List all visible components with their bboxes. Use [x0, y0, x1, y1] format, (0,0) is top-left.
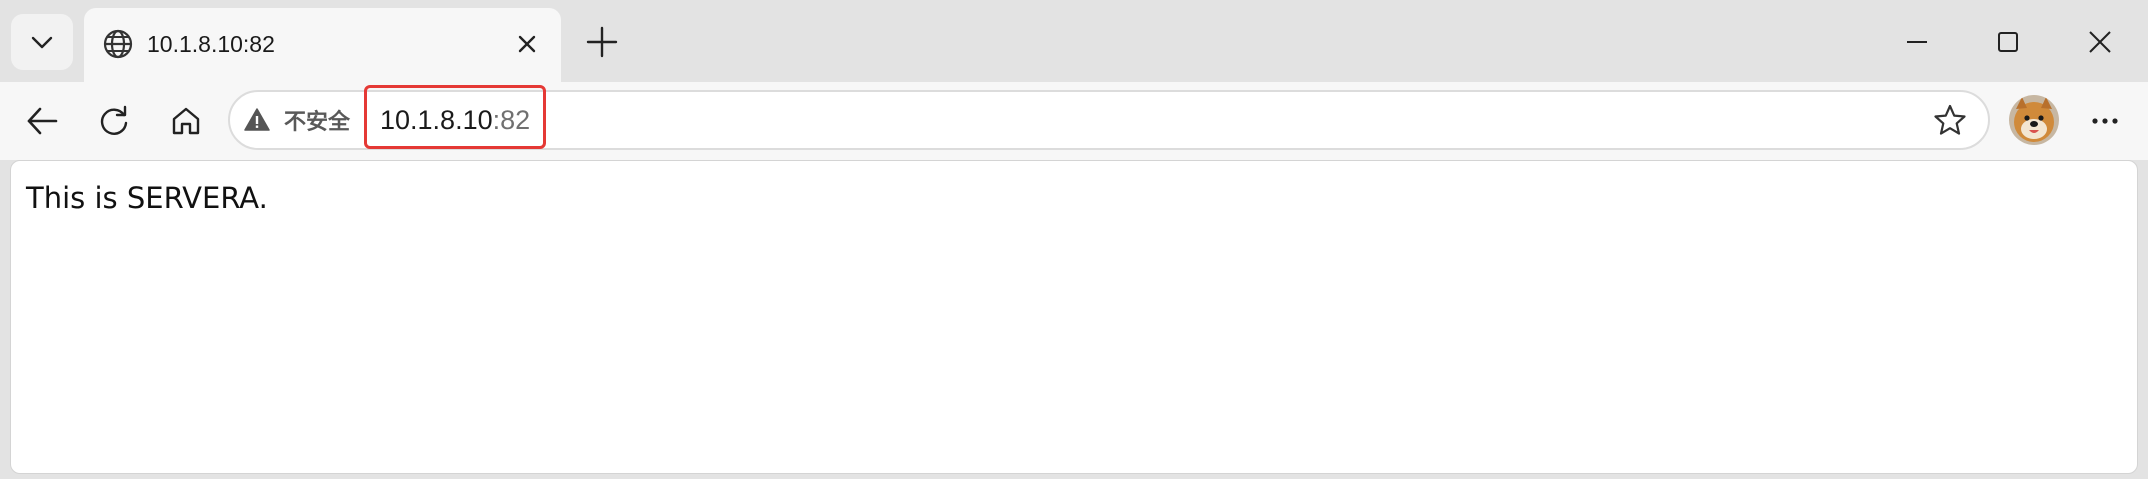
profile-avatar-button[interactable]	[2009, 95, 2059, 145]
navigation-toolbar: 不安全 10.1.8.10:82	[0, 82, 2148, 160]
reload-button[interactable]	[89, 96, 139, 146]
maximize-icon	[1998, 32, 2018, 52]
browser-window: 10.1.8.10:82 不安全 10.1.8.10:82 This is SE…	[0, 0, 2148, 479]
warning-icon	[244, 108, 270, 131]
maximize-button[interactable]	[1982, 16, 2034, 68]
close-icon	[518, 35, 536, 53]
tab-strip: 10.1.8.10:82	[0, 0, 2148, 88]
globe-icon	[103, 29, 133, 59]
web-content: This is SERVERA.	[10, 160, 2138, 474]
more-icon	[2092, 118, 2118, 124]
url-port: :82	[492, 105, 531, 135]
url-text[interactable]: 10.1.8.10:82	[380, 92, 530, 148]
arrow-left-icon	[27, 107, 58, 135]
back-button[interactable]	[17, 96, 67, 146]
avatar	[2009, 95, 2059, 145]
home-button[interactable]	[161, 96, 211, 146]
plus-icon	[586, 26, 618, 58]
star-icon	[1934, 104, 1966, 135]
reload-icon	[100, 105, 128, 135]
active-tab[interactable]: 10.1.8.10:82	[84, 8, 561, 88]
home-icon	[172, 107, 200, 135]
url-host: 10.1.8.10	[380, 105, 493, 135]
more-options-button[interactable]	[2080, 96, 2130, 146]
minimize-icon	[1907, 41, 1927, 43]
tab-actions-menu-button[interactable]	[11, 14, 73, 70]
new-tab-button[interactable]	[580, 20, 624, 64]
chevron-down-icon	[31, 36, 53, 49]
window-close-button[interactable]	[2074, 16, 2126, 68]
close-icon	[2089, 31, 2111, 53]
address-bar[interactable]: 不安全 10.1.8.10:82	[228, 85, 1990, 150]
site-info-button[interactable]: 不安全	[244, 92, 350, 148]
minimize-button[interactable]	[1891, 16, 1943, 68]
favorite-button[interactable]	[1932, 102, 1968, 138]
tab-title: 10.1.8.10:82	[147, 31, 275, 57]
page-body-text: This is SERVERA.	[26, 181, 268, 215]
tab-close-button[interactable]	[509, 26, 545, 62]
security-label: 不安全	[284, 110, 351, 135]
